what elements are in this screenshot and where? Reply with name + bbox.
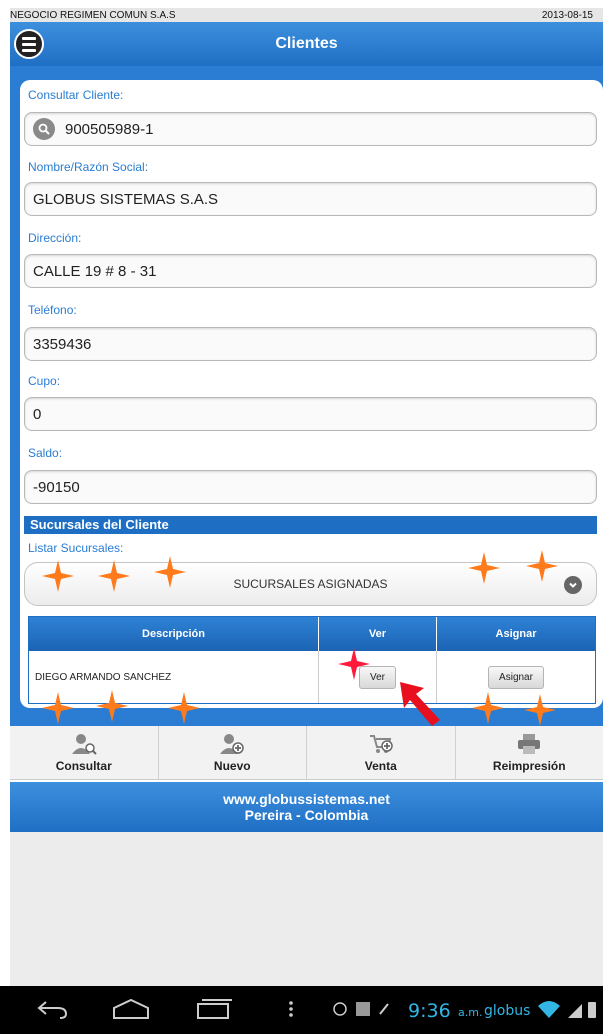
telefono-field[interactable]: 3359436 bbox=[24, 327, 597, 361]
consultar-button[interactable]: Consultar bbox=[10, 726, 159, 779]
nuevo-button[interactable]: Nuevo bbox=[159, 726, 307, 779]
signal-icons bbox=[538, 1001, 596, 1018]
footer: www.globussistemas.net Pereira - Colombi… bbox=[10, 782, 603, 832]
recent-apps-icon[interactable] bbox=[194, 998, 234, 1020]
client-card bbox=[20, 80, 603, 708]
printer-icon bbox=[518, 733, 541, 754]
reimpresion-button[interactable]: Reimpresión bbox=[456, 726, 603, 779]
current-date: 2013-08-15 bbox=[541, 9, 593, 21]
user-add-icon bbox=[220, 733, 244, 754]
header-asignar: Asignar bbox=[495, 628, 537, 640]
select-value: SUCURSALES ASIGNADAS bbox=[233, 577, 388, 591]
header-ver: Ver bbox=[319, 617, 437, 651]
chevron-down-icon bbox=[564, 576, 582, 594]
page-title: Clientes bbox=[275, 35, 338, 52]
nombre-label: Nombre/Razón Social: bbox=[28, 160, 149, 174]
back-icon[interactable] bbox=[36, 998, 70, 1020]
header-descripcion: Descripción bbox=[29, 617, 319, 651]
status-ampm: a.m. bbox=[458, 1006, 483, 1019]
status-time: 9:36 bbox=[408, 1000, 451, 1022]
telefono-label: Teléfono: bbox=[28, 303, 77, 317]
section-title: Sucursales del Cliente bbox=[24, 516, 597, 534]
venta-button[interactable]: Venta bbox=[307, 726, 456, 779]
home-icon[interactable] bbox=[110, 998, 152, 1020]
menu-icon[interactable] bbox=[14, 29, 44, 59]
top-status-strip: NEGOCIO REGIMEN COMUN S.A.S 2013-08-15 bbox=[10, 8, 603, 22]
cart-add-icon bbox=[369, 734, 393, 753]
consultar-input[interactable]: 900505989-1 bbox=[24, 112, 597, 146]
company-name: NEGOCIO REGIMEN COMUN S.A.S bbox=[10, 9, 176, 21]
overflow-menu-icon[interactable] bbox=[288, 998, 294, 1020]
consultar-label: Consultar Cliente: bbox=[28, 88, 124, 102]
status-icons bbox=[333, 1002, 389, 1016]
nuevo-label: Nuevo bbox=[213, 758, 251, 773]
reimpresion-label: Reimpresión bbox=[492, 758, 566, 773]
direccion-label: Dirección: bbox=[28, 231, 82, 245]
app-header: Clientes bbox=[10, 22, 603, 66]
bottom-toolbar: Consultar Nuevo Venta Reimpresión bbox=[10, 726, 603, 780]
saldo-field[interactable]: -90150 bbox=[24, 470, 597, 504]
direccion-field[interactable]: CALLE 19 # 8 - 31 bbox=[24, 254, 597, 288]
footer-website: www.globussistemas.net bbox=[223, 791, 390, 807]
android-navbar: 9:36 a.m. globus bbox=[0, 986, 603, 1034]
saldo-label: Saldo: bbox=[28, 446, 63, 460]
cupo-field[interactable]: 0 bbox=[24, 397, 597, 431]
footer-location: Pereira - Colombia bbox=[244, 807, 369, 823]
listar-label: Listar Sucursales: bbox=[28, 541, 124, 555]
sucursales-table: Descripción Ver Asignar DIEGO ARMANDO SA… bbox=[28, 616, 596, 704]
venta-label: Venta bbox=[364, 758, 397, 773]
consultar-value: 900505989-1 bbox=[65, 120, 154, 138]
nombre-field[interactable]: GLOBUS SISTEMAS S.A.S bbox=[24, 182, 597, 216]
table-header: Descripción Ver Asignar bbox=[29, 617, 595, 651]
ver-button[interactable]: Ver bbox=[358, 665, 396, 689]
empty-area bbox=[10, 832, 603, 986]
status-carrier: globus bbox=[484, 1003, 531, 1019]
cupo-label: Cupo: bbox=[28, 374, 61, 388]
sucursales-select[interactable]: SUCURSALES ASIGNADAS bbox=[24, 562, 597, 606]
table-row: DIEGO ARMANDO SANCHEZ Ver Asignar bbox=[29, 651, 595, 703]
user-search-icon bbox=[71, 733, 97, 755]
pointer-arrow-icon bbox=[400, 682, 440, 726]
consultar-label-tool: Consultar bbox=[55, 758, 112, 773]
asignar-button[interactable]: Asignar bbox=[488, 665, 544, 689]
search-icon[interactable] bbox=[33, 118, 55, 140]
cell-descripcion: DIEGO ARMANDO SANCHEZ bbox=[29, 651, 319, 703]
cell-asignar: Asignar bbox=[437, 651, 595, 703]
